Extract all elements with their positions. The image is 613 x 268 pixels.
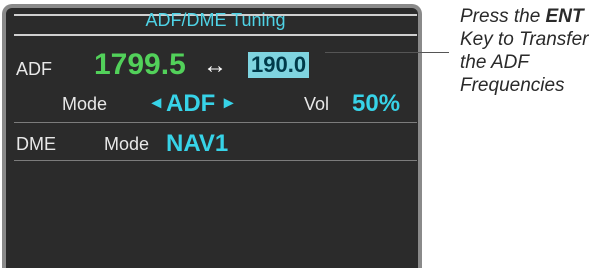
adf-dme-tuning-window: ADF/DME Tuning ADF 1799.5 ↔ 190.0 Mode ◂… (2, 4, 422, 268)
dme-mode-label: Mode (104, 134, 150, 154)
window-title-bar: ADF/DME Tuning (14, 10, 417, 36)
adf-mode-label: Mode (62, 94, 108, 114)
dme-mode-selector[interactable]: NAV1 (166, 130, 228, 158)
adf-label: ADF (16, 59, 52, 79)
adf-active-frequency: 1799.5 (94, 48, 186, 81)
window-title: ADF/DME Tuning (145, 10, 286, 30)
section-divider (14, 160, 417, 161)
ent-key-label: ENT (545, 6, 584, 27)
mode-left-arrow-icon[interactable]: ◂ (152, 92, 161, 113)
dme-label: DME (16, 134, 56, 154)
callout-leader-line (325, 52, 449, 53)
mode-right-arrow-icon[interactable]: ▸ (224, 92, 233, 113)
adf-mode-selector[interactable]: ADF (166, 90, 215, 118)
callout-prefix: Press the (460, 6, 546, 27)
callout-rest: Key to Transfer the ADF Frequencies (460, 29, 589, 96)
adf-standby-frequency[interactable]: 190.0 (248, 52, 310, 78)
volume-value[interactable]: 50% (352, 90, 400, 118)
callout-text: Press the ENT Key to Transfer the ADF Fr… (460, 5, 613, 97)
volume-label: Vol (304, 94, 330, 114)
swap-arrows-icon: ↔ (203, 52, 227, 79)
section-divider (14, 122, 417, 123)
